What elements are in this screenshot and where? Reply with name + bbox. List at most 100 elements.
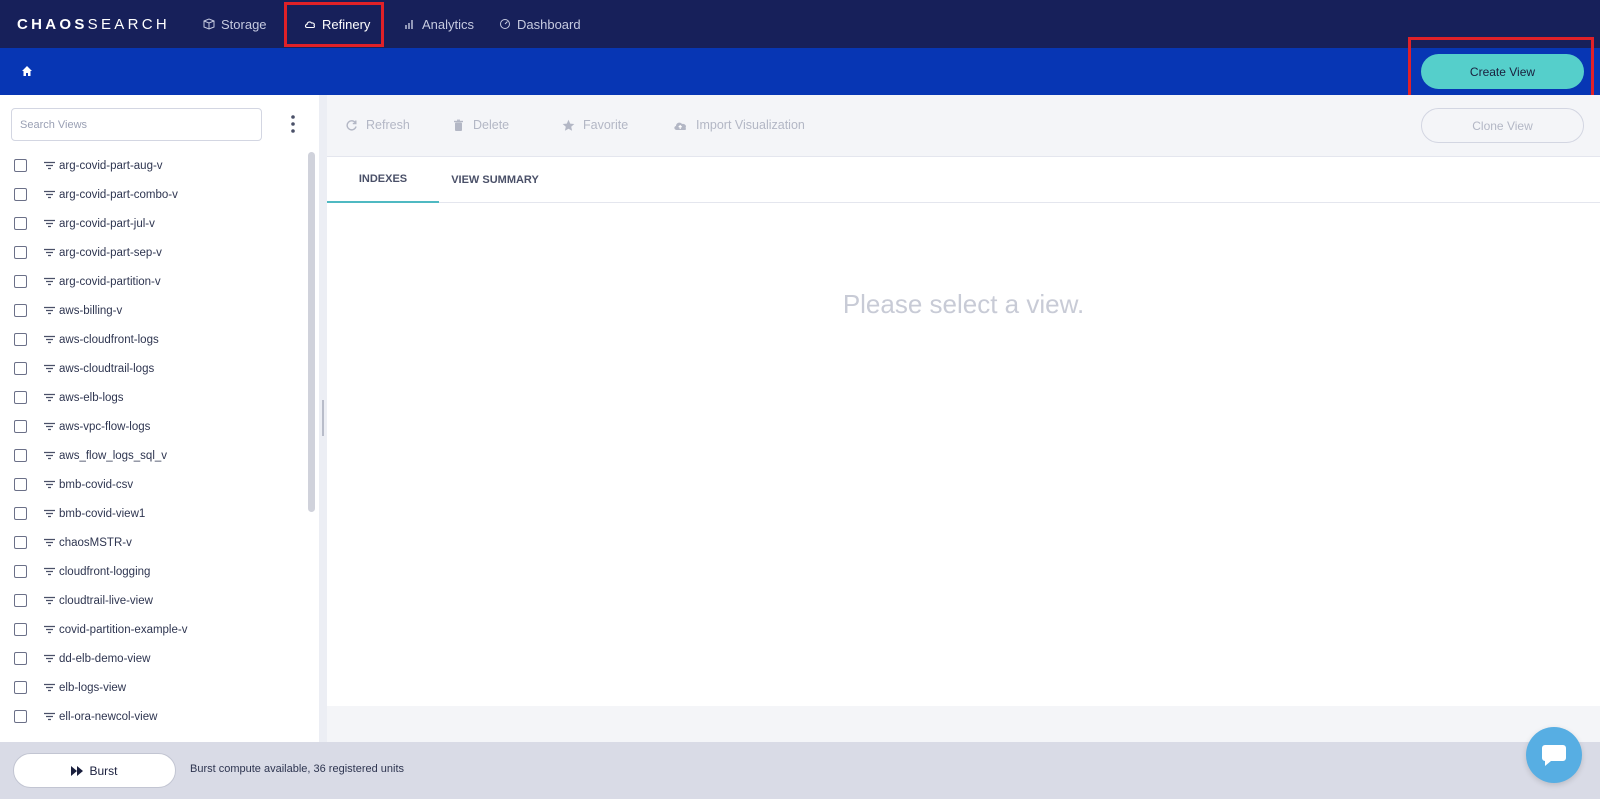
nav-analytics-label: Analytics	[422, 16, 475, 32]
view-checkbox[interactable]	[14, 333, 27, 346]
favorite-button[interactable]: Favorite	[562, 116, 628, 134]
filter-lines-icon	[44, 712, 55, 721]
list-item[interactable]: ell-ora-newcol-view	[0, 702, 310, 731]
view-checkbox[interactable]	[14, 478, 27, 491]
view-checkbox[interactable]	[14, 391, 27, 404]
view-checkbox[interactable]	[14, 420, 27, 433]
list-item[interactable]: aws-cloudfront-logs	[0, 325, 310, 354]
search-views-input[interactable]	[11, 108, 262, 141]
view-checkbox[interactable]	[14, 275, 27, 288]
list-item[interactable]: bmb-covid-csv	[0, 470, 310, 499]
resize-handle[interactable]	[322, 400, 324, 436]
filter-lines-icon	[44, 248, 55, 257]
view-checkbox[interactable]	[14, 681, 27, 694]
clone-view-button[interactable]: Clone View	[1421, 108, 1584, 143]
views-sidebar: arg-covid-part-aug-v arg-covid-part-combo…	[0, 95, 319, 742]
view-checkbox[interactable]	[14, 565, 27, 578]
nav-dashboard-label: Dashboard	[517, 16, 581, 32]
cloud-upload-icon	[674, 122, 687, 130]
import-visualization-button[interactable]: Import Visualization	[673, 116, 805, 134]
list-item[interactable]: aws_flow_logs_sql_v	[0, 441, 310, 470]
list-item[interactable]: arg-covid-part-combo-v	[0, 180, 310, 209]
create-view-highlight-box	[1408, 37, 1594, 101]
chat-icon	[1542, 745, 1566, 766]
nav-analytics[interactable]: Analytics	[404, 14, 474, 34]
view-name: dd-elb-demo-view	[59, 652, 151, 665]
view-name: bmb-covid-view1	[59, 507, 146, 520]
list-item[interactable]: aws-cloudtrail-logs	[0, 354, 310, 383]
list-item[interactable]: aws-billing-v	[0, 296, 310, 325]
filter-lines-icon	[44, 509, 55, 518]
list-item[interactable]: arg-covid-part-aug-v	[0, 151, 310, 180]
filter-lines-icon	[44, 219, 55, 228]
home-icon[interactable]	[21, 65, 33, 77]
list-item[interactable]: aws-vpc-flow-logs	[0, 412, 310, 441]
filter-lines-icon	[44, 393, 55, 402]
list-item[interactable]: cloudfront-logging	[0, 557, 310, 586]
nav-dashboard[interactable]: Dashboard	[499, 14, 581, 34]
list-item[interactable]: bmb-covid-view1	[0, 499, 310, 528]
list-item[interactable]: arg-covid-part-jul-v	[0, 209, 310, 238]
list-item[interactable]: arg-covid-part-sep-v	[0, 238, 310, 267]
view-name: aws-cloudtrail-logs	[59, 362, 155, 375]
tab-view-summary[interactable]: VIEW SUMMARY	[439, 157, 551, 203]
view-checkbox[interactable]	[14, 594, 27, 607]
chat-support-button[interactable]	[1526, 727, 1582, 783]
view-checkbox[interactable]	[14, 188, 27, 201]
view-name: elb-logs-view	[59, 681, 127, 694]
empty-state-message: Please select a view.	[842, 289, 1085, 319]
view-name: aws-elb-logs	[59, 391, 124, 404]
delete-label: Delete	[473, 118, 510, 132]
view-checkbox[interactable]	[14, 246, 27, 259]
view-content: INDEXES VIEW SUMMARY Please select a vie…	[327, 156, 1600, 706]
dashboard-icon	[500, 19, 510, 29]
list-item[interactable]: covid-partition-example-v	[0, 615, 310, 644]
nav-storage[interactable]: Storage	[203, 14, 267, 34]
view-checkbox[interactable]	[14, 304, 27, 317]
view-name: bmb-covid-csv	[59, 478, 134, 491]
list-item[interactable]: cloudtrail-live-view	[0, 586, 310, 615]
view-name: arg-covid-partition-v	[59, 275, 161, 288]
footer-bar: Burst Burst compute available, 36 regist…	[0, 742, 1600, 799]
filter-lines-icon	[44, 654, 55, 663]
burst-label: Burst	[89, 763, 118, 778]
view-name: cloudfront-logging	[59, 565, 151, 578]
main-panel: Refresh Delete Favorite Import Visualiza…	[327, 95, 1600, 742]
view-checkbox[interactable]	[14, 507, 27, 520]
storage-icon	[203, 18, 215, 30]
delete-button[interactable]: Delete	[452, 116, 509, 134]
view-name: covid-partition-example-v	[59, 623, 188, 636]
filter-lines-icon	[44, 364, 55, 373]
filter-lines-icon	[44, 625, 55, 634]
view-name: aws-billing-v	[59, 304, 123, 317]
refresh-button[interactable]: Refresh	[345, 116, 410, 134]
view-checkbox[interactable]	[14, 652, 27, 665]
trash-icon	[454, 119, 463, 131]
app-logo[interactable]: CHAOSSEARCH	[17, 16, 170, 33]
list-item[interactable]: arg-covid-partition-v	[0, 267, 310, 296]
view-name: aws_flow_logs_sql_v	[59, 449, 168, 462]
filter-lines-icon	[44, 335, 55, 344]
view-checkbox[interactable]	[14, 623, 27, 636]
tab-indexes[interactable]: INDEXES	[327, 157, 439, 203]
view-checkbox[interactable]	[14, 217, 27, 230]
view-checkbox[interactable]	[14, 362, 27, 375]
list-item[interactable]: chaosMSTR-v	[0, 528, 310, 557]
view-name: cloudtrail-live-view	[59, 594, 153, 607]
bar-chart-icon	[405, 20, 413, 29]
view-tabs: INDEXES VIEW SUMMARY	[327, 157, 1600, 203]
header-bar: Create View	[0, 48, 1600, 95]
view-checkbox[interactable]	[14, 536, 27, 549]
list-item[interactable]: dd-elb-demo-view	[0, 644, 310, 673]
list-item[interactable]: aws-elb-logs	[0, 383, 310, 412]
sidebar-scrollbar[interactable]	[308, 152, 315, 512]
view-checkbox[interactable]	[14, 449, 27, 462]
burst-button[interactable]: Burst	[13, 753, 176, 788]
view-checkbox[interactable]	[14, 159, 27, 172]
view-checkbox[interactable]	[14, 710, 27, 723]
burst-status-text: Burst compute available, 36 registered u…	[190, 763, 405, 775]
list-item[interactable]: elb-logs-view	[0, 673, 310, 702]
view-name: arg-covid-part-aug-v	[59, 159, 163, 172]
views-list: arg-covid-part-aug-v arg-covid-part-combo…	[0, 151, 310, 731]
more-options-icon[interactable]	[286, 112, 300, 136]
